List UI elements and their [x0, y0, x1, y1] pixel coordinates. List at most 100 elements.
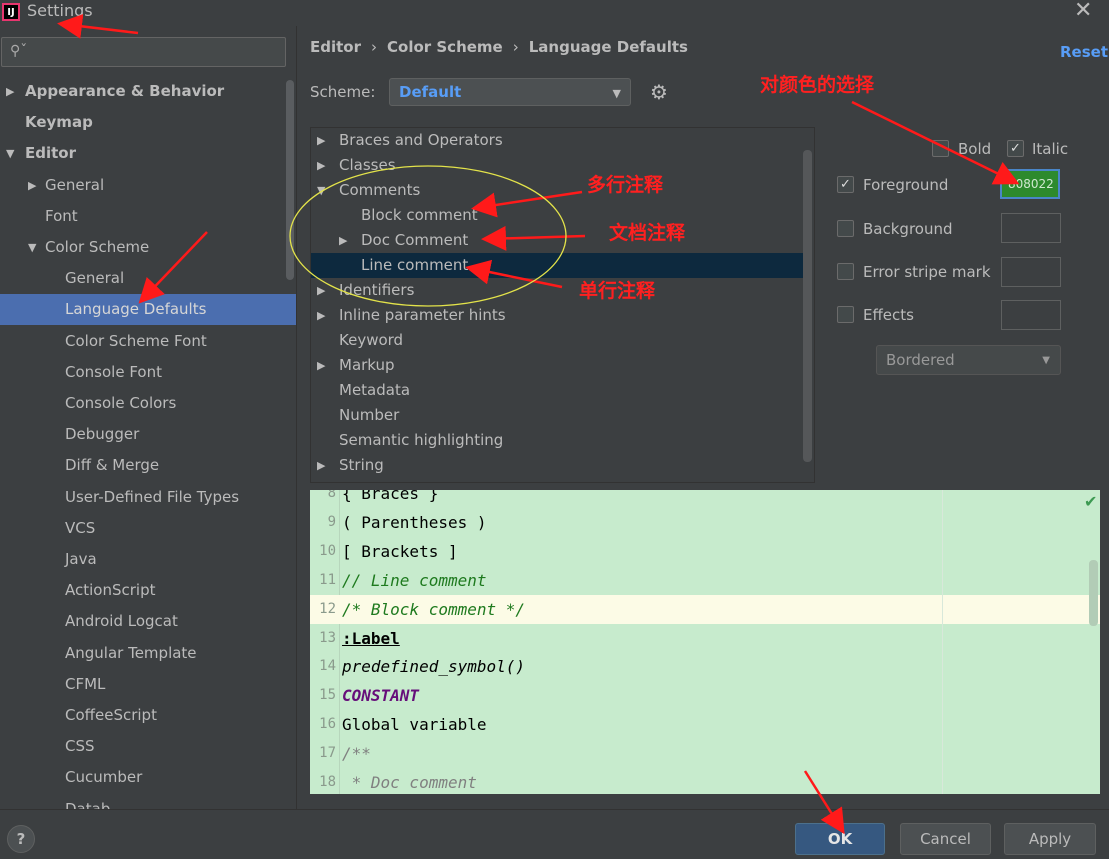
- annotation-doc-comment: 文档注释: [609, 222, 686, 244]
- apply-button[interactable]: Apply: [1004, 823, 1096, 855]
- title-bar: [0, 0, 1109, 26]
- italic-checkbox[interactable]: ✓: [1007, 140, 1024, 157]
- tree-item[interactable]: ▶ Braces and Operators: [311, 128, 803, 153]
- sidebar-item[interactable]: ▶ General: [0, 170, 296, 201]
- tree-item[interactable]: Semantic highlighting: [311, 428, 803, 453]
- sidebar-item-label: Angular Template: [65, 643, 197, 662]
- bold-checkbox[interactable]: [932, 140, 949, 157]
- effects-checkbox[interactable]: [837, 306, 854, 323]
- chevron-right-icon[interactable]: ▶: [317, 153, 325, 178]
- effect-type-select[interactable]: Bordered ▼: [876, 345, 1061, 375]
- error-stripe-checkbox[interactable]: [837, 263, 854, 280]
- chevron-right-icon[interactable]: ▶: [317, 453, 325, 478]
- tree-item-label: Keyword: [339, 331, 404, 349]
- sidebar-item[interactable]: Console Font: [0, 357, 296, 388]
- tree-item[interactable]: ▶ String: [311, 453, 803, 478]
- chevron-right-icon[interactable]: ▶: [317, 303, 325, 328]
- tree-item[interactable]: ▶ Identifiers: [311, 278, 803, 303]
- sidebar-item[interactable]: Cucumber: [0, 762, 296, 793]
- tree-item[interactable]: ▶ Markup: [311, 353, 803, 378]
- sidebar-item[interactable]: CoffeeScript: [0, 700, 296, 731]
- foreground-color-swatch[interactable]: 808022: [1000, 169, 1060, 199]
- tree-item-label: Line comment: [361, 256, 469, 274]
- sidebar-item[interactable]: Keymap: [0, 107, 296, 138]
- chevron-down-icon[interactable]: ▼: [317, 178, 325, 203]
- line-number: 15: [319, 687, 336, 704]
- tree-item[interactable]: ▶ Inline parameter hints: [311, 303, 803, 328]
- sidebar-item[interactable]: Diff & Merge: [0, 450, 296, 481]
- sidebar-item[interactable]: Datab: [0, 794, 296, 810]
- reset-link[interactable]: Reset: [1060, 43, 1108, 61]
- tree-item[interactable]: Number: [311, 403, 803, 428]
- effect-type-value: Bordered: [886, 351, 955, 369]
- tree-item-label: Metadata: [339, 381, 411, 399]
- tree-item[interactable]: ▶ Classes: [311, 153, 803, 178]
- chevron-right-icon[interactable]: ▶: [339, 228, 347, 253]
- sidebar-scrollbar[interactable]: [286, 80, 294, 280]
- sidebar-item-label: Debugger: [65, 425, 140, 444]
- scheme-value: Default: [399, 83, 462, 101]
- background-color-swatch[interactable]: [1001, 213, 1061, 243]
- effects-color-swatch[interactable]: [1001, 300, 1061, 330]
- foreground-checkbox[interactable]: ✓: [837, 176, 854, 193]
- code-text: /**: [342, 744, 371, 764]
- line-number: 12: [319, 600, 336, 617]
- sidebar-item-label: Console Colors: [65, 394, 177, 412]
- line-number: 18: [319, 774, 336, 790]
- help-button[interactable]: ?: [7, 825, 35, 853]
- code-line: 11 // Line comment: [310, 566, 1100, 595]
- preview-scrollbar[interactable]: [1089, 560, 1098, 626]
- error-stripe-label: Error stripe mark: [863, 263, 991, 281]
- chevron-down-icon: ▼: [1042, 355, 1050, 366]
- chevron-right-icon[interactable]: ▶: [6, 76, 14, 107]
- scheme-select[interactable]: Default ▼: [389, 78, 631, 106]
- sidebar-item[interactable]: ▼ Editor: [0, 138, 296, 169]
- code-preview[interactable]: 8 { Braces } 9 ( Parentheses ) 10 [ Brackets …: [310, 490, 1100, 794]
- sidebar-item[interactable]: Angular Template: [0, 638, 296, 669]
- line-number: 10: [319, 542, 336, 559]
- chevron-down-icon[interactable]: ▼: [28, 232, 36, 263]
- tree-item[interactable]: Line comment: [311, 253, 803, 278]
- sidebar-item[interactable]: ActionScript: [0, 575, 296, 606]
- sidebar-item[interactable]: ▶ Appearance & Behavior: [0, 76, 296, 107]
- tree-item[interactable]: ▶ Doc Comment: [311, 228, 803, 253]
- sidebar-item[interactable]: Console Colors: [0, 388, 296, 419]
- sidebar-item[interactable]: ▼ Color Scheme: [0, 232, 296, 263]
- sidebar-item[interactable]: Font: [0, 201, 296, 232]
- sidebar-item-label: Cucumber: [65, 768, 143, 787]
- cancel-button[interactable]: Cancel: [900, 823, 991, 855]
- ok-button[interactable]: OK: [795, 823, 885, 855]
- search-icon: ⚲ˇ: [10, 43, 28, 59]
- sidebar-item[interactable]: Android Logcat: [0, 606, 296, 637]
- sidebar-item[interactable]: Color Scheme Font: [0, 326, 296, 357]
- sidebar-item[interactable]: Language Defaults: [0, 294, 296, 326]
- error-stripe-color-swatch[interactable]: [1001, 257, 1061, 287]
- sidebar-item[interactable]: CFML: [0, 669, 296, 700]
- sidebar-item[interactable]: CSS: [0, 731, 296, 762]
- chevron-right-icon[interactable]: ▶: [317, 128, 325, 153]
- tree-scrollbar[interactable]: [803, 150, 812, 462]
- tree-item[interactable]: ▼ Comments: [311, 178, 803, 203]
- sidebar-item-label: Console Font: [65, 362, 162, 381]
- sidebar-item[interactable]: Debugger: [0, 419, 296, 450]
- divider: [296, 26, 297, 809]
- chevron-right-icon[interactable]: ▶: [317, 278, 325, 303]
- background-checkbox[interactable]: [837, 220, 854, 237]
- sidebar-item-label: Java: [65, 550, 97, 568]
- tree-item[interactable]: Metadata: [311, 378, 803, 403]
- code-line: 16 Global variable: [310, 710, 1100, 739]
- sidebar-item[interactable]: User-Defined File Types: [0, 482, 296, 513]
- chevron-right-icon[interactable]: ▶: [317, 353, 325, 378]
- chevron-down-icon[interactable]: ▼: [6, 138, 14, 169]
- code-text: // Line comment: [342, 570, 487, 590]
- tree-item[interactable]: Block comment: [311, 203, 803, 228]
- sidebar-item[interactable]: Java: [0, 544, 296, 575]
- chevron-right-icon[interactable]: ▶: [28, 170, 36, 201]
- bold-label: Bold: [958, 140, 992, 158]
- sidebar-item[interactable]: General: [0, 263, 296, 294]
- gear-icon[interactable]: ⚙: [650, 80, 668, 104]
- close-icon[interactable]: ✕: [1074, 0, 1092, 23]
- sidebar-item[interactable]: VCS: [0, 513, 296, 544]
- search-input[interactable]: ⚲ˇ: [1, 37, 286, 67]
- tree-item[interactable]: Keyword: [311, 328, 803, 353]
